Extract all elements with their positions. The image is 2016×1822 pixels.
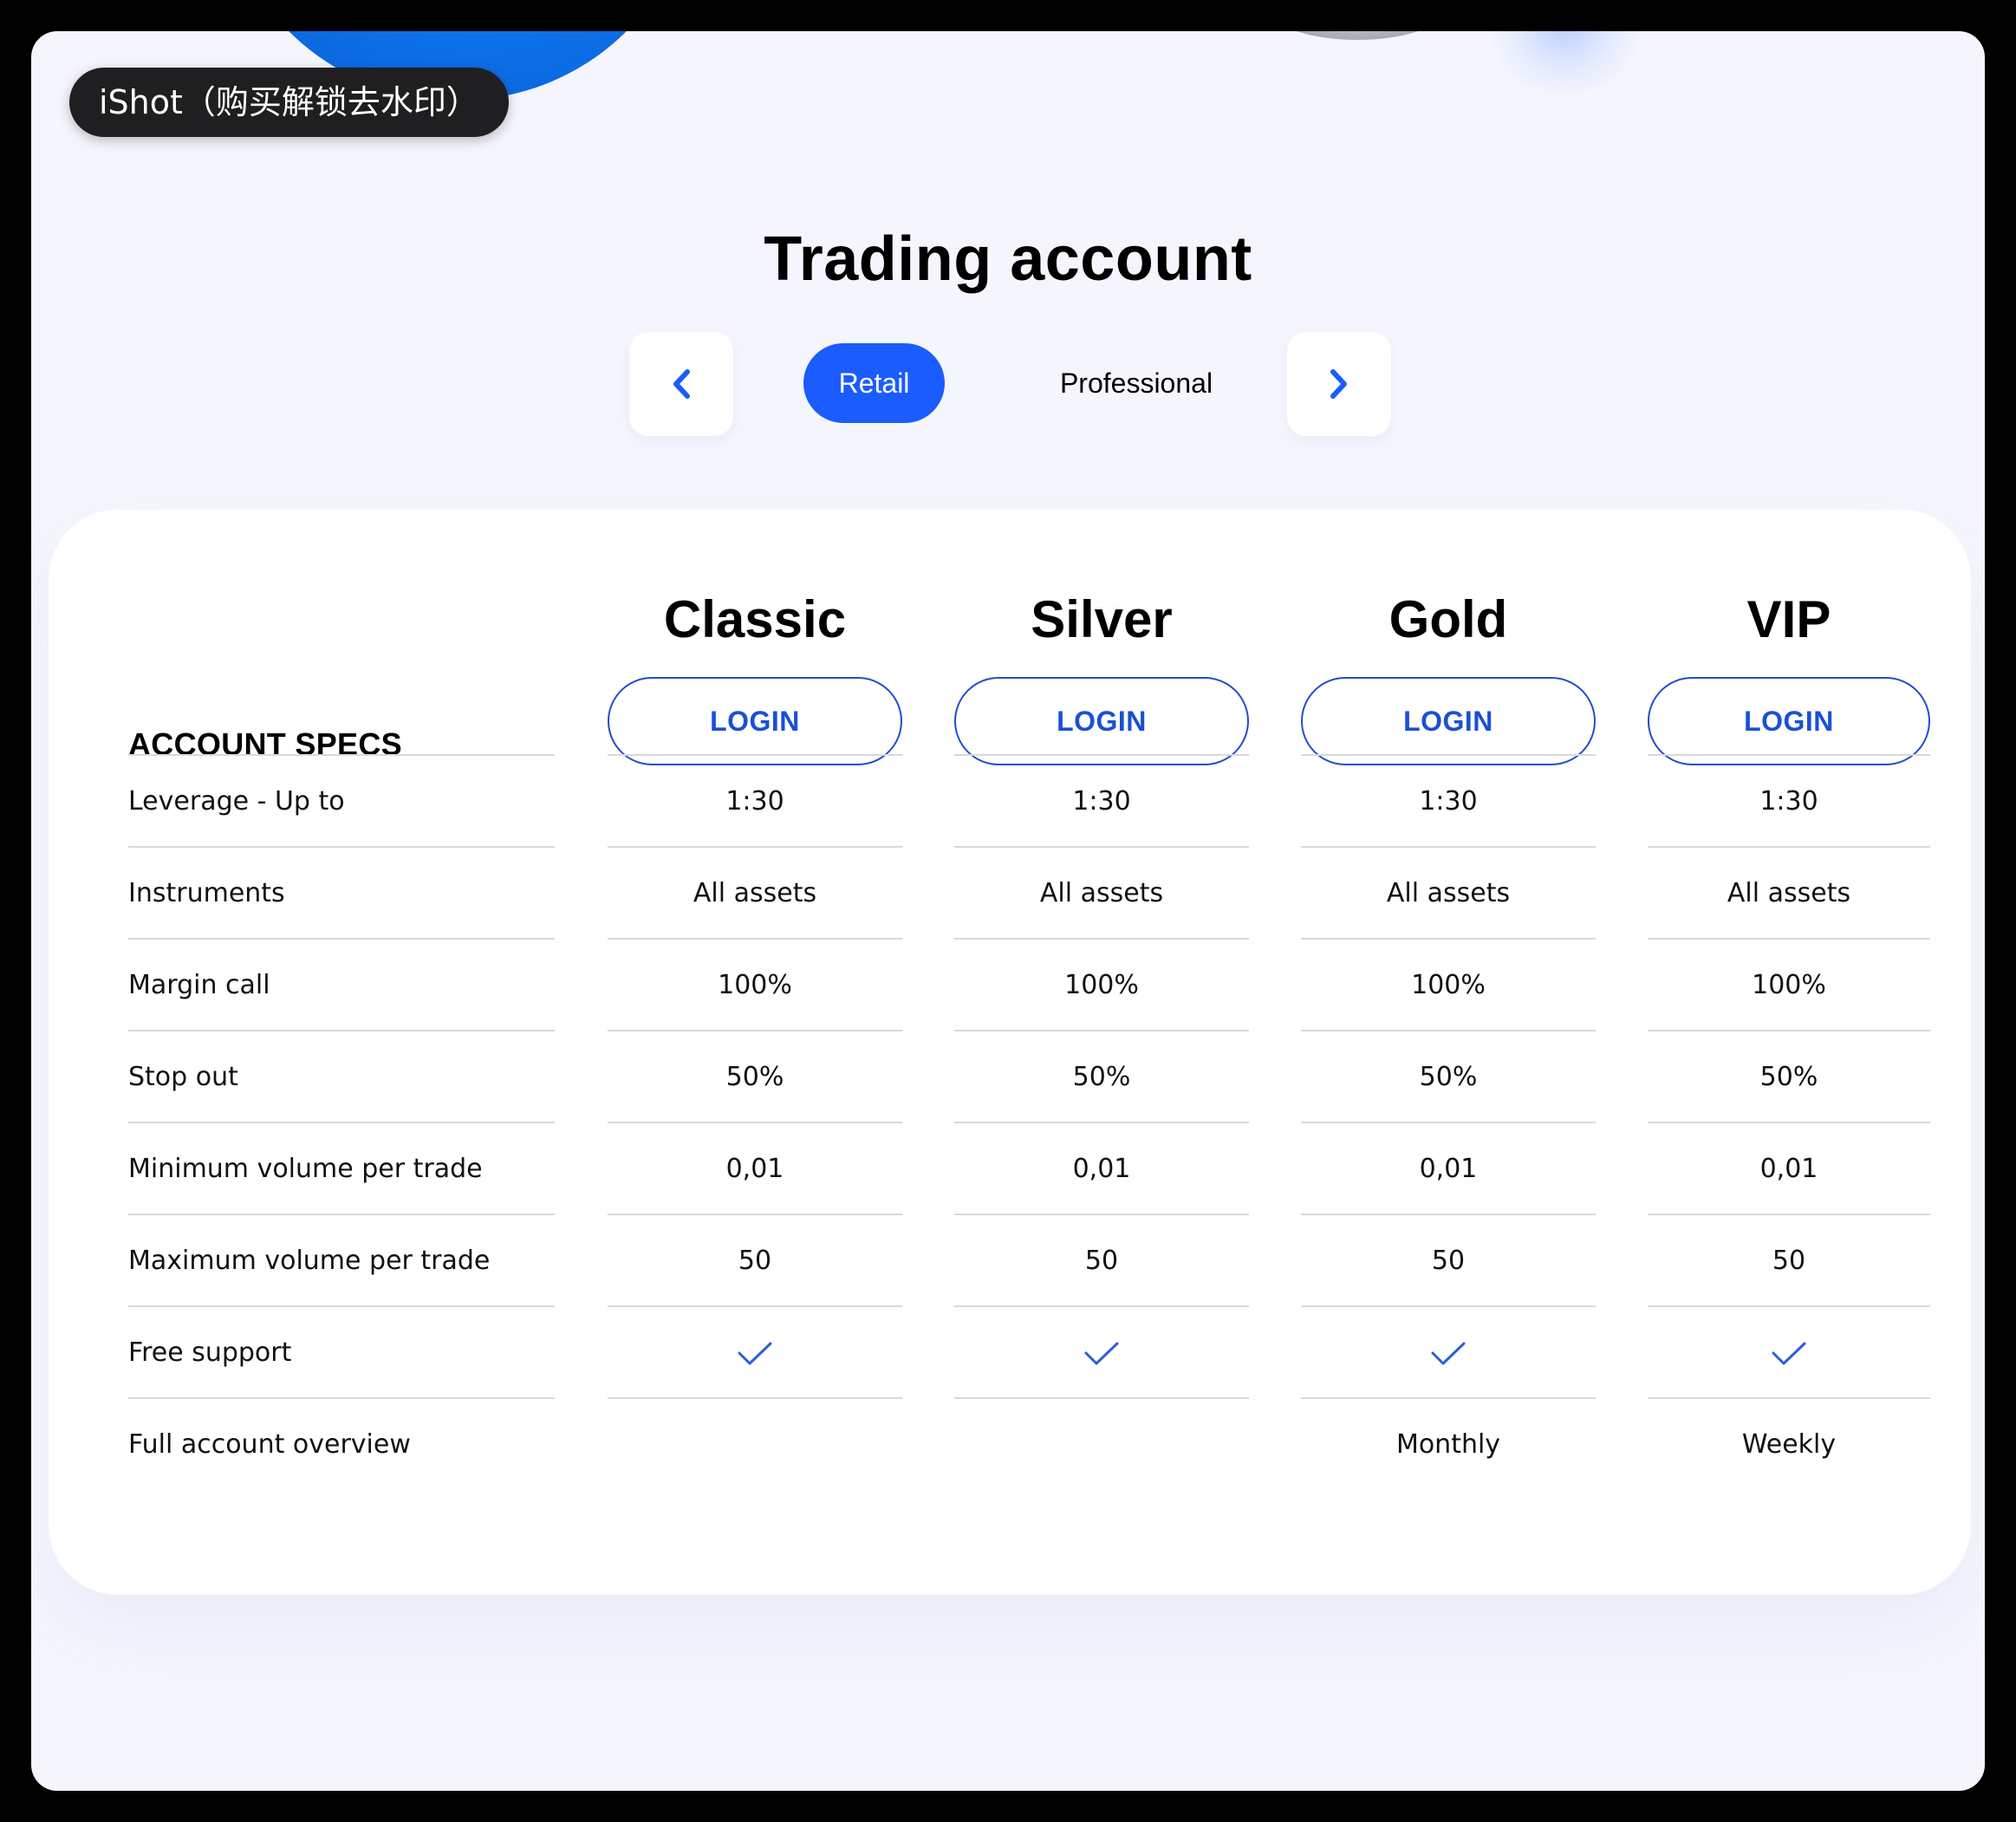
row-label: Instruments: [128, 878, 285, 908]
row-label: Minimum volume per trade: [128, 1154, 483, 1184]
table-cell: 1:30: [725, 786, 784, 817]
previous-button[interactable]: [629, 332, 733, 436]
table-cell: 1:30: [1759, 786, 1818, 817]
row-label: Full account overview: [128, 1429, 411, 1460]
check-icon: [1301, 1307, 1596, 1399]
table-cell: 100%: [1411, 970, 1486, 1000]
check-icon: [608, 1307, 902, 1399]
table-cell: 0,01: [1419, 1154, 1478, 1184]
account-comparison-card: ACCOUNT SPECS Classic LOGIN Silver LOGIN Gol…: [49, 510, 1971, 1595]
app-window: iShot（购买解锁去水印） Trading account Retail Pr…: [31, 31, 1985, 1791]
table-cell: 0,01: [725, 1154, 784, 1184]
chevron-left-icon: [673, 369, 690, 399]
column-title-classic: Classic: [663, 590, 847, 648]
table-cell: 50%: [725, 1062, 784, 1092]
watermark-badge: iShot（购买解锁去水印）: [69, 68, 509, 137]
row-label: Margin call: [128, 970, 270, 1000]
table-cell: 50: [1084, 1246, 1119, 1276]
table-cell: [954, 1399, 1249, 1491]
table-cell: 50: [738, 1246, 772, 1276]
table-cell: 50: [1431, 1246, 1466, 1276]
table-cell: 50%: [1072, 1062, 1131, 1092]
page-title: Trading account: [764, 224, 1252, 294]
checkmark-icon: [738, 1342, 772, 1364]
row-label: Leverage - Up to: [128, 786, 345, 817]
row-label: Stop out: [128, 1062, 238, 1092]
table-cell: All assets: [1727, 878, 1851, 908]
table-cell: 100%: [1064, 970, 1139, 1000]
row-label: Free support: [128, 1337, 292, 1368]
table-cell: Weekly: [1741, 1429, 1837, 1460]
checkmark-icon: [1431, 1342, 1466, 1364]
table-cell: 50%: [1419, 1062, 1478, 1092]
table-cell: All assets: [693, 878, 817, 908]
table-cell: 0,01: [1072, 1154, 1131, 1184]
row-label: Maximum volume per trade: [128, 1246, 491, 1276]
column-title-silver: Silver: [1031, 590, 1173, 648]
table-cell: All assets: [1386, 878, 1511, 908]
column-title-vip: VIP: [1746, 590, 1831, 648]
table-cell: 0,01: [1759, 1154, 1818, 1184]
table-cell: 100%: [1752, 970, 1826, 1000]
column-title-gold: Gold: [1388, 590, 1508, 648]
login-button-silver[interactable]: LOGIN: [954, 677, 1249, 765]
table-cell: 1:30: [1419, 786, 1478, 817]
next-button[interactable]: [1287, 332, 1391, 436]
checkmark-icon: [1084, 1342, 1119, 1364]
table-cell: Monthly: [1395, 1429, 1501, 1460]
table-cell: 50%: [1759, 1062, 1818, 1092]
table-cell: All assets: [1039, 878, 1164, 908]
table-cell: 50: [1772, 1246, 1806, 1276]
table-cell: 1:30: [1072, 786, 1131, 817]
table-cell: [608, 1399, 902, 1491]
login-button-gold[interactable]: LOGIN: [1301, 677, 1596, 765]
login-button-classic[interactable]: LOGIN: [608, 677, 902, 765]
decorative-glow: [1479, 31, 1652, 92]
login-button-vip[interactable]: LOGIN: [1648, 677, 1930, 765]
checkmark-icon: [1772, 1342, 1806, 1364]
chevron-right-icon: [1330, 369, 1347, 399]
check-icon: [1648, 1307, 1930, 1399]
decorative-grey-coin: [1271, 31, 1444, 40]
check-icon: [954, 1307, 1249, 1399]
tab-retail[interactable]: Retail: [803, 343, 945, 423]
table-cell: 100%: [718, 970, 792, 1000]
tab-professional[interactable]: Professional: [1011, 343, 1262, 423]
